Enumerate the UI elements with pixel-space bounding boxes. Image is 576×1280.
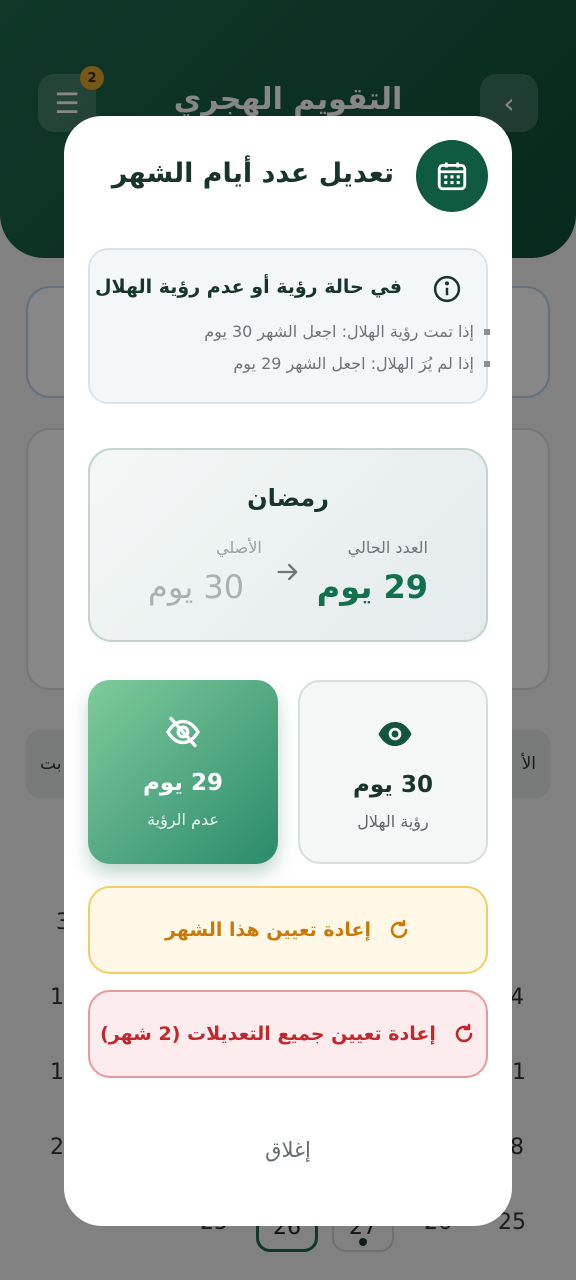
reset-month-label: إعادة تعيين هذا الشهر xyxy=(165,919,371,941)
info-line: إذا لم يُرَ الهلال: اجعل الشهر 29 يوم xyxy=(233,354,490,373)
dialog-title: تعديل عدد أيام الشهر xyxy=(111,158,394,189)
original-count-label: الأصلي xyxy=(216,538,262,557)
close-button[interactable]: إغلاق xyxy=(64,1138,512,1162)
current-count-value: 29 يوم xyxy=(316,568,428,606)
edit-month-days-dialog: تعديل عدد أيام الشهر في حالة رؤية أو عدم… xyxy=(64,116,512,1226)
refresh-icon xyxy=(455,1023,473,1043)
info-text: إذا تمت رؤية الهلال: اجعل الشهر 30 يوم xyxy=(204,322,474,341)
eye-off-icon xyxy=(166,716,200,748)
option-label: رؤية الهلال xyxy=(357,812,429,831)
option-crescent-sighted[interactable]: 30 يوم رؤية الهلال xyxy=(298,680,488,864)
original-count-value: 30 يوم xyxy=(148,568,245,606)
option-days: 29 يوم xyxy=(143,770,223,796)
info-title: في حالة رؤية أو عدم رؤية الهلال xyxy=(95,276,402,298)
reset-month-button[interactable]: إعادة تعيين هذا الشهر xyxy=(88,886,488,974)
refresh-icon xyxy=(390,919,408,939)
option-label: عدم الرؤية xyxy=(147,810,219,829)
info-text: إذا لم يُرَ الهلال: اجعل الشهر 29 يوم xyxy=(233,354,474,373)
month-name: رمضان xyxy=(247,484,329,512)
info-line: إذا تمت رؤية الهلال: اجعل الشهر 30 يوم xyxy=(204,322,490,341)
eye-icon xyxy=(378,722,412,746)
arrow-right-icon xyxy=(277,563,298,581)
bullet-icon xyxy=(484,360,490,367)
bullet-icon xyxy=(484,328,490,335)
info-icon xyxy=(433,275,461,303)
month-summary: رمضان العدد الحالي 29 يوم الأصلي 30 يوم xyxy=(88,448,488,642)
option-crescent-not-sighted[interactable]: 29 يوم عدم الرؤية xyxy=(88,680,278,864)
reset-all-label: إعادة تعيين جميع التعديلات (2 شهر) xyxy=(100,1023,436,1045)
reset-all-button[interactable]: إعادة تعيين جميع التعديلات (2 شهر) xyxy=(88,990,488,1078)
current-count-label: العدد الحالي xyxy=(347,538,428,557)
calendar-icon xyxy=(416,140,488,212)
option-days: 30 يوم xyxy=(353,772,433,798)
